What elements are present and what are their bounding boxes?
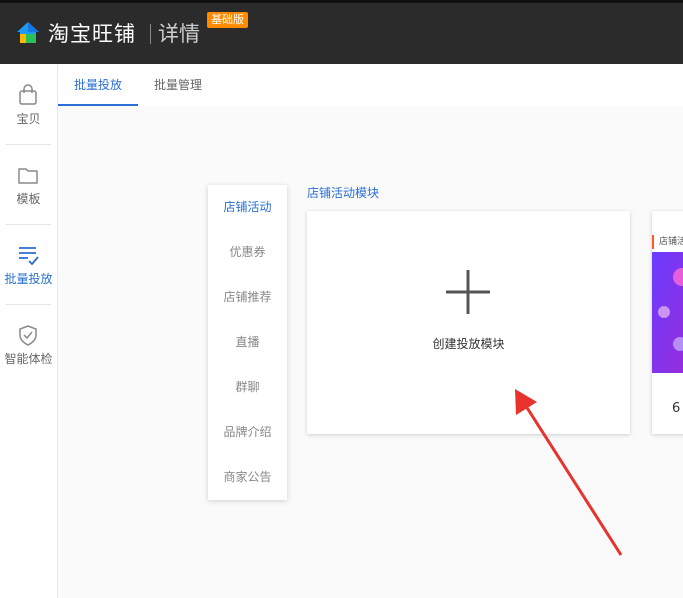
create-module-card[interactable]: 创建投放模块 [307,211,630,434]
sidebar: 宝贝 模板 批量投放 智能体检 [0,64,58,598]
folder-icon [18,168,38,184]
module-type-menu: 店铺活动 优惠券 店铺推荐 直播 群聊 品牌介绍 商家公告 [208,185,287,500]
edition-badge: 基础版 [207,12,248,28]
menu-item-store-recommend[interactable]: 店铺推荐 [208,275,287,320]
shield-check-icon [19,325,37,346]
create-module-label: 创建投放模块 [432,337,505,351]
logo-icon [17,22,39,43]
sidebar-item-label: 模板 [16,192,41,206]
tab-batch-manage[interactable]: 批量管理 [138,64,218,106]
brand-divider [150,24,151,44]
plus-icon [446,270,490,314]
brand-section: 详情 [158,22,200,46]
sidebar-item-label: 宝贝 [16,112,41,126]
menu-item-brand-intro[interactable]: 品牌介绍 [208,410,287,455]
menu-item-coupon[interactable]: 优惠券 [208,230,287,275]
template-tag: 店铺活 [652,235,683,249]
list-check-icon [19,247,39,266]
sidebar-item-smart-check[interactable]: 智能体检 [0,304,57,384]
menu-item-merchant-notice[interactable]: 商家公告 [208,455,287,500]
top-bar: 淘宝旺铺 详情 基础版 [0,0,683,64]
sidebar-item-batch-deploy[interactable]: 批量投放 [0,224,57,304]
tab-batch-deploy[interactable]: 批量投放 [58,64,138,106]
tab-bar: 批量投放 批量管理 [58,64,683,106]
sidebar-item-label: 批量投放 [4,272,53,286]
bag-icon [19,84,37,105]
template-card[interactable]: 店铺活 6 [652,211,683,434]
template-thumbnail [652,252,683,373]
brand-name: 淘宝旺铺 [48,22,136,46]
menu-item-live[interactable]: 直播 [208,320,287,365]
section-title: 店铺活动模块 [307,186,380,200]
sidebar-item-label: 智能体检 [4,352,53,366]
menu-item-store-activity[interactable]: 店铺活动 [208,185,287,230]
menu-item-group-chat[interactable]: 群聊 [208,365,287,410]
sidebar-item-baobei[interactable]: 宝贝 [0,64,57,144]
template-count: 6 [672,401,681,416]
sidebar-item-templates[interactable]: 模板 [0,144,57,224]
